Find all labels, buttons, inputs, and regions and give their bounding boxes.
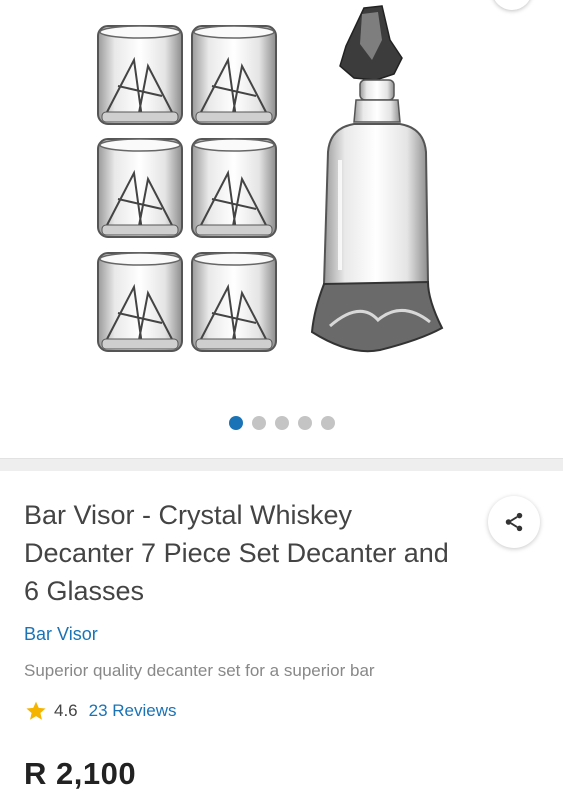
product-price: R 2,100 <box>24 756 137 791</box>
brand-link[interactable]: Bar Visor <box>24 624 98 645</box>
carousel-dot-4[interactable] <box>297 416 312 430</box>
product-image-gallery[interactable] <box>0 0 563 458</box>
share-button[interactable] <box>488 496 540 548</box>
carousel-indicator <box>0 416 563 432</box>
rating-row: 4.6 23 Reviews <box>24 699 177 723</box>
share-icon <box>505 512 523 532</box>
star-icon <box>26 701 46 720</box>
reviews-link[interactable]: 23 Reviews <box>89 701 177 721</box>
wishlist-button[interactable] <box>492 0 532 10</box>
product-subtitle: Superior quality decanter set for a supe… <box>24 661 375 680</box>
carousel-dot-2[interactable] <box>251 416 266 430</box>
carousel-dot-5[interactable] <box>320 416 335 430</box>
carousel-dot-1[interactable] <box>228 416 243 430</box>
decanter <box>310 5 444 353</box>
carousel-dot-3[interactable] <box>274 416 289 430</box>
rating-value: 4.6 <box>54 701 78 720</box>
product-image[interactable] <box>80 0 480 370</box>
product-title: Bar Visor - Crystal Whiskey Decanter 7 P… <box>24 500 449 606</box>
section-divider <box>0 458 563 471</box>
